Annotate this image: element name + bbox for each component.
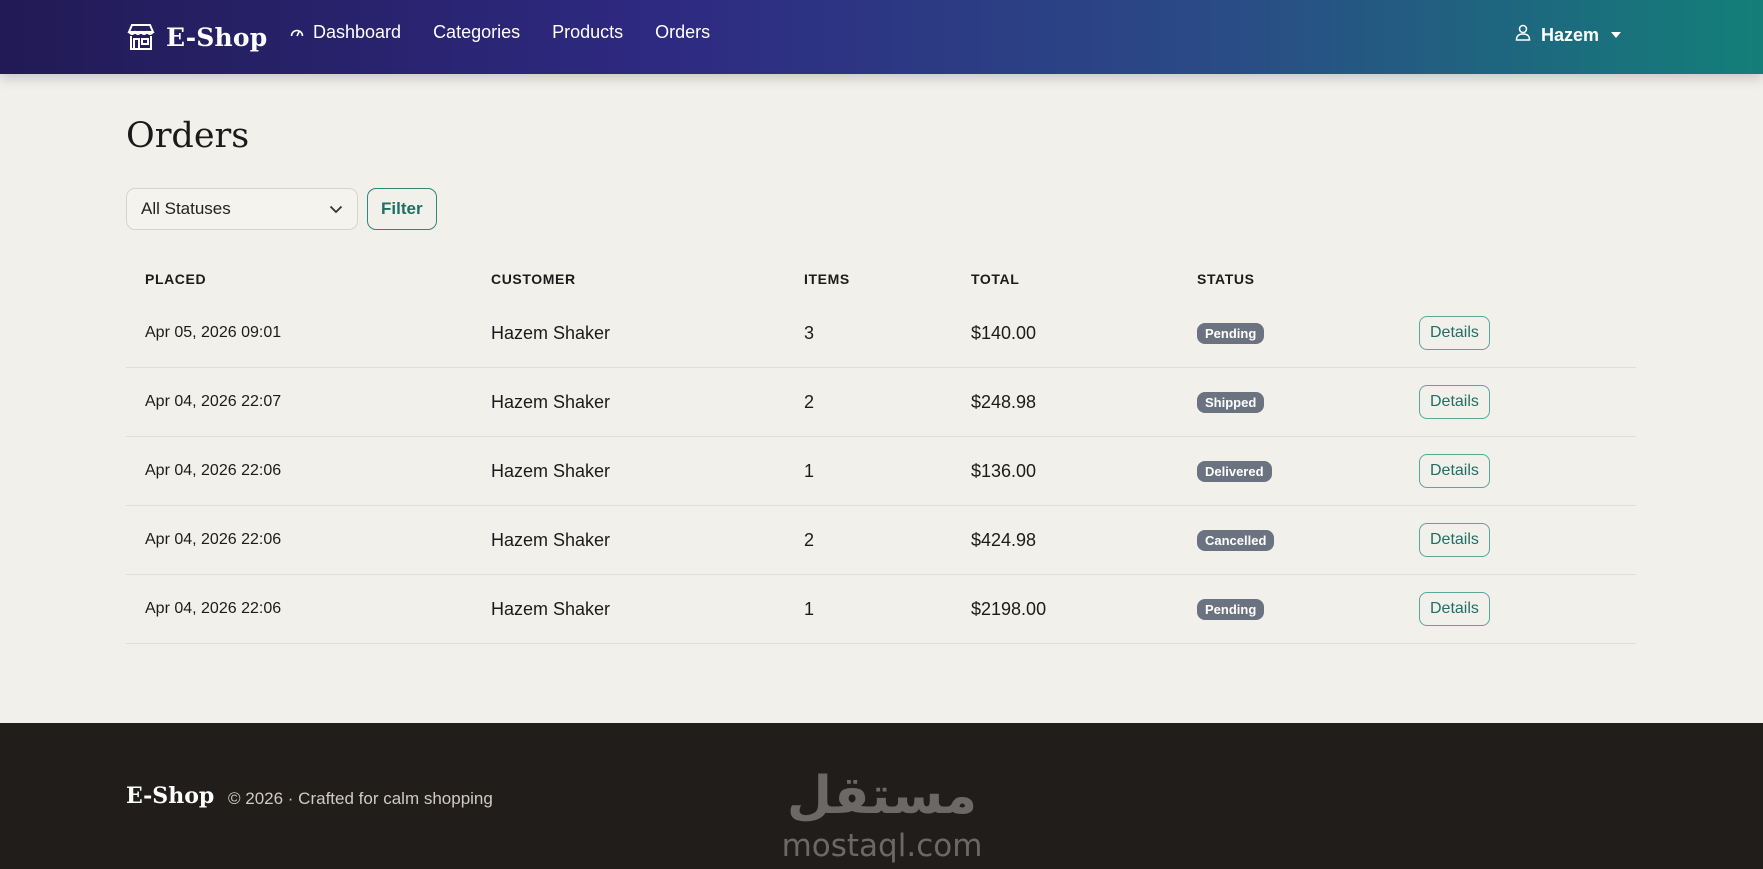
- action-cell: Details: [1416, 367, 1636, 437]
- column-header-status: STATUS: [1197, 271, 1255, 287]
- items-cell: 2: [785, 367, 952, 437]
- footer-brand: E-Shop: [126, 783, 215, 809]
- nav-categories[interactable]: Categories: [433, 22, 520, 43]
- items-cell: 3: [785, 299, 952, 368]
- table-row: Apr 04, 2026 22:07 Hazem Shaker 2 $248.9…: [126, 367, 1636, 437]
- total-cell: $140.00: [952, 299, 1178, 368]
- user-name: Hazem: [1540, 24, 1599, 45]
- placed-cell: Apr 04, 2026 22:06: [126, 574, 472, 644]
- status-cell: Delivered: [1178, 436, 1416, 506]
- customer-cell: Hazem Shaker: [472, 367, 785, 437]
- total-cell: $424.98: [952, 505, 1178, 575]
- status-cell: Cancelled: [1178, 505, 1416, 575]
- placed-cell: Apr 05, 2026 09:01: [126, 299, 472, 368]
- chevron-down-icon: [1611, 32, 1621, 38]
- footer: E-Shop © 2026 · Crafted for calm shoppin…: [0, 723, 1763, 869]
- watermark-arabic-text: مستقل: [787, 766, 977, 826]
- store-icon: [126, 22, 156, 52]
- items-cell: 2: [785, 505, 952, 575]
- customer-cell: Hazem Shaker: [472, 299, 785, 368]
- nav-dashboard[interactable]: Dashboard: [290, 22, 401, 43]
- customer-cell: Hazem Shaker: [472, 436, 785, 506]
- table-row: Apr 04, 2026 22:06 Hazem Shaker 1 $136.0…: [126, 436, 1636, 506]
- status-cell: Pending: [1178, 299, 1416, 368]
- user-menu[interactable]: Hazem: [1515, 24, 1621, 46]
- column-header-total: TOTAL: [971, 271, 1020, 287]
- total-cell: $2198.00: [952, 574, 1178, 644]
- status-select[interactable]: All Statuses: [126, 188, 358, 230]
- placed-cell: Apr 04, 2026 22:07: [126, 367, 472, 437]
- column-header-actions: [1416, 259, 1636, 299]
- table-row: Apr 05, 2026 09:01 Hazem Shaker 3 $140.0…: [126, 299, 1636, 368]
- details-button[interactable]: Details: [1419, 523, 1490, 557]
- dashboard-icon: [290, 22, 304, 43]
- customer-cell: Hazem Shaker: [472, 574, 785, 644]
- user-icon: [1515, 24, 1531, 46]
- brand-logo[interactable]: E-Shop: [126, 20, 267, 54]
- customer-cell: Hazem Shaker: [472, 505, 785, 575]
- brand-name: E-Shop: [166, 22, 268, 52]
- mostaql-watermark: مستقل mostaql.com: [782, 766, 983, 863]
- details-button[interactable]: Details: [1419, 385, 1490, 419]
- status-badge: Pending: [1197, 599, 1265, 620]
- nav-products[interactable]: Products: [552, 22, 623, 43]
- details-button[interactable]: Details: [1419, 454, 1490, 488]
- total-cell: $136.00: [952, 436, 1178, 506]
- details-button[interactable]: Details: [1419, 592, 1490, 626]
- status-badge: Pending: [1197, 323, 1265, 344]
- action-cell: Details: [1416, 574, 1636, 644]
- table-header-row: PLACED CUSTOMER ITEMS TOTAL STATUS: [126, 259, 1636, 299]
- table-row: Apr 04, 2026 22:06 Hazem Shaker 2 $424.9…: [126, 505, 1636, 575]
- filter-button[interactable]: Filter: [367, 188, 437, 230]
- status-cell: Pending: [1178, 574, 1416, 644]
- top-navbar: E-Shop Dashboard Categories Products Ord…: [0, 0, 1763, 74]
- chevron-down-icon: [329, 199, 343, 219]
- status-badge: Delivered: [1197, 461, 1272, 482]
- filter-bar: All Statuses Filter: [126, 188, 437, 230]
- table-row: Apr 04, 2026 22:06 Hazem Shaker 1 $2198.…: [126, 574, 1636, 644]
- status-cell: Shipped: [1178, 367, 1416, 437]
- items-cell: 1: [785, 436, 952, 506]
- action-cell: Details: [1416, 436, 1636, 506]
- page-title: Orders: [126, 116, 250, 156]
- total-cell: $248.98: [952, 367, 1178, 437]
- column-header-placed: PLACED: [145, 271, 207, 287]
- watermark-text: mostaql.com: [782, 828, 983, 863]
- column-header-items: ITEMS: [804, 271, 850, 287]
- orders-table: PLACED CUSTOMER ITEMS TOTAL STATUS Apr 0…: [126, 259, 1636, 644]
- details-button[interactable]: Details: [1419, 316, 1490, 350]
- action-cell: Details: [1416, 299, 1636, 368]
- status-badge: Cancelled: [1197, 530, 1275, 551]
- nav-orders[interactable]: Orders: [655, 22, 710, 43]
- items-cell: 1: [785, 574, 952, 644]
- placed-cell: Apr 04, 2026 22:06: [126, 436, 472, 506]
- placed-cell: Apr 04, 2026 22:06: [126, 505, 472, 575]
- status-select-value: All Statuses: [141, 199, 231, 218]
- nav-dashboard-label: Dashboard: [313, 22, 402, 42]
- column-header-customer: CUSTOMER: [491, 271, 576, 287]
- action-cell: Details: [1416, 505, 1636, 575]
- footer-copyright: © 2026 · Crafted for calm shopping: [228, 789, 493, 808]
- status-badge: Shipped: [1197, 392, 1265, 413]
- main-nav: Dashboard Categories Products Orders: [290, 22, 710, 43]
